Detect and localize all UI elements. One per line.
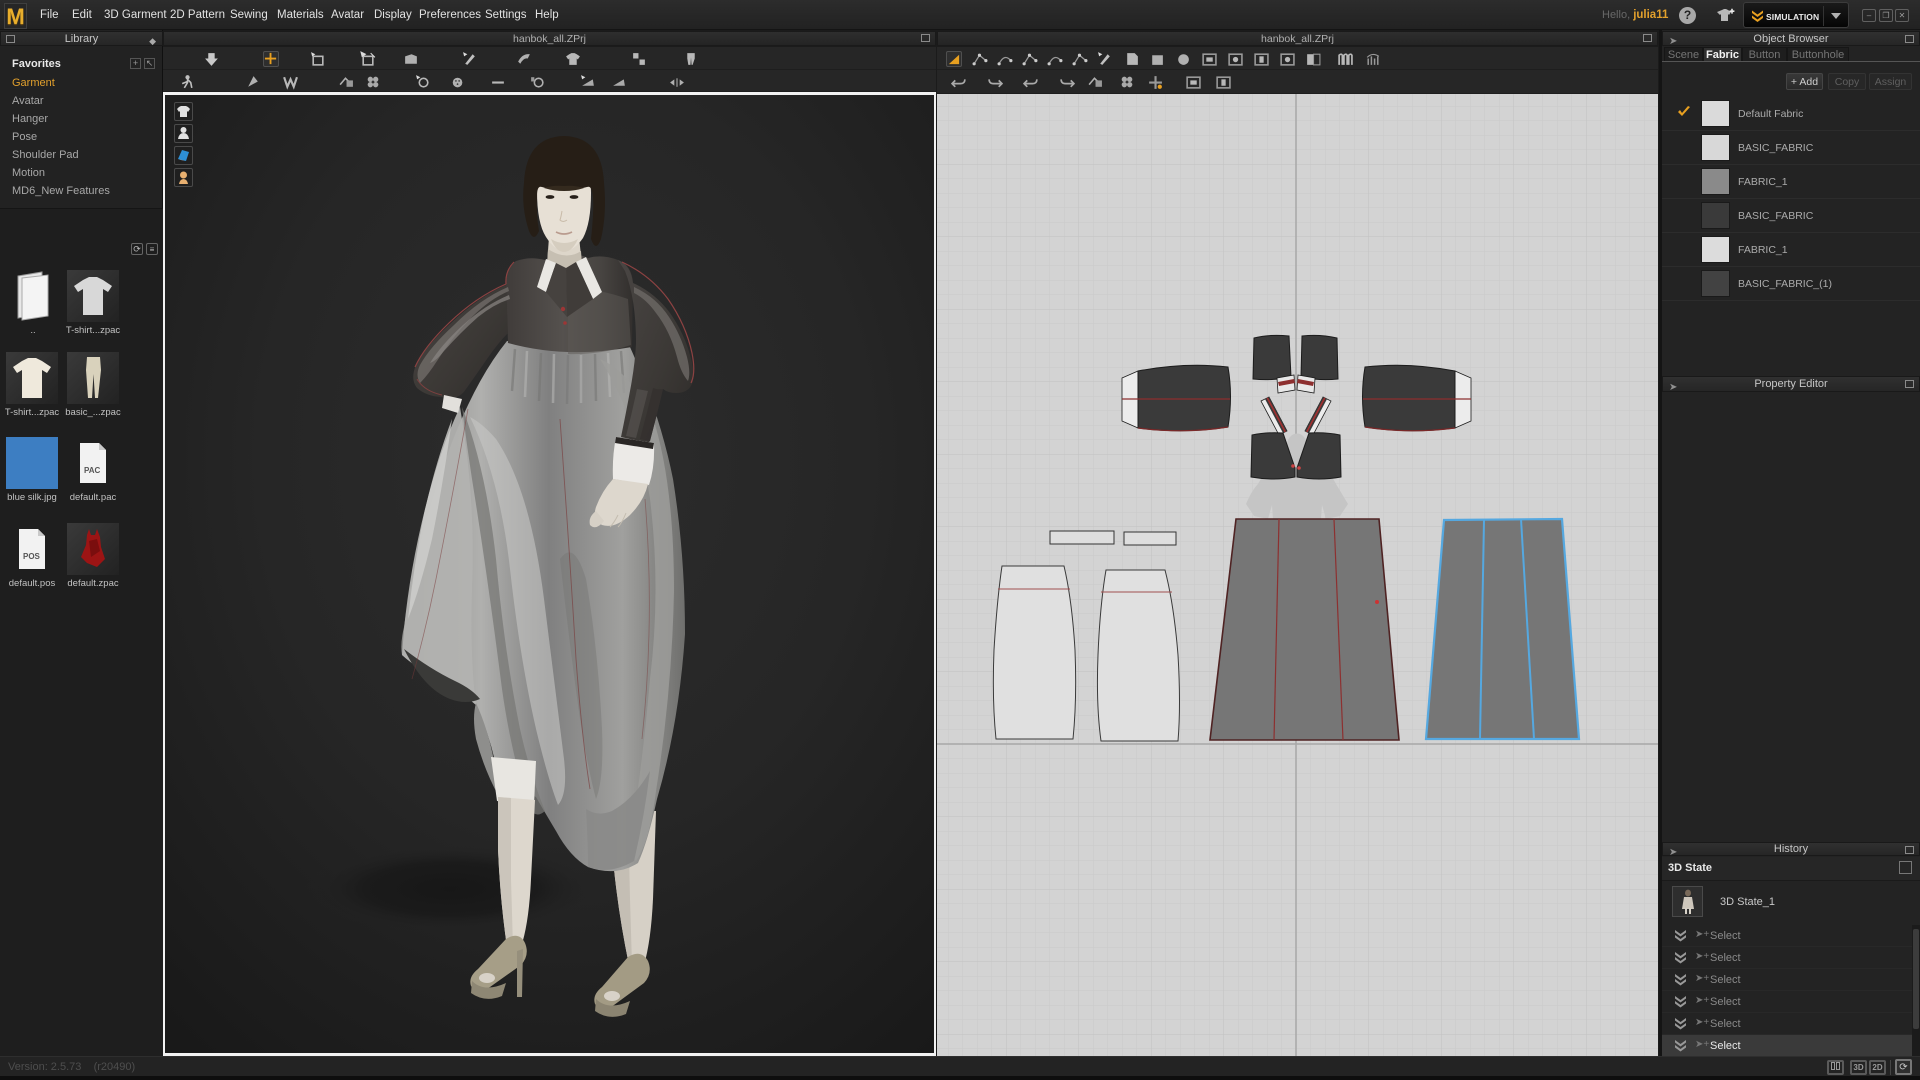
svg-text:PAC: PAC	[84, 466, 101, 475]
svg-text:POS: POS	[23, 552, 41, 561]
